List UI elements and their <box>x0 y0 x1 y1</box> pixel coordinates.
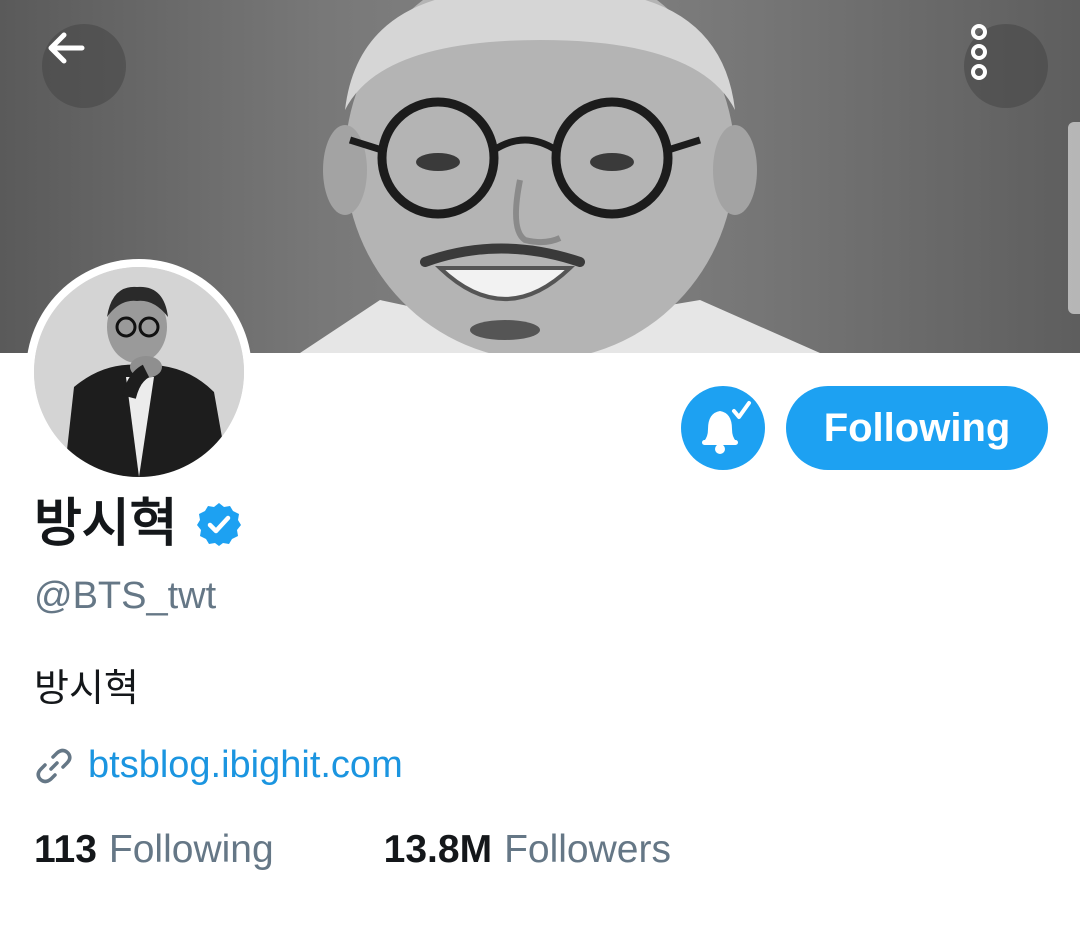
verified-badge-icon <box>196 503 241 546</box>
name-row: 방시혁 <box>34 492 242 556</box>
following-button[interactable]: Following <box>786 386 1048 470</box>
follow-stats: 113 Following 13.8M Followers <box>34 828 671 872</box>
more-vertical-icon <box>971 24 987 80</box>
followers-stat[interactable]: 13.8M Followers <box>384 828 671 872</box>
arrow-left-icon <box>48 32 85 64</box>
notifications-button[interactable] <box>681 386 765 470</box>
user-handle: @BTS_twt <box>34 575 217 617</box>
avatar-photo <box>34 267 244 477</box>
profile-link-row: btsblog.ibighit.com <box>34 744 403 787</box>
more-options-button[interactable] <box>964 24 1048 108</box>
followers-count: 13.8M <box>383 828 493 871</box>
display-name: 방시혁 <box>34 495 178 553</box>
link-icon <box>36 748 72 783</box>
bell-check-icon <box>702 401 751 454</box>
following-count: 113 <box>34 828 97 871</box>
profile-link[interactable]: btsblog.ibighit.com <box>88 744 403 787</box>
user-bio: 방시혁 <box>34 668 139 710</box>
followers-label: Followers <box>504 828 671 871</box>
avatar[interactable] <box>26 259 252 485</box>
following-stat[interactable]: 113 Following <box>34 828 274 872</box>
following-label: Following <box>108 828 274 871</box>
back-button[interactable] <box>42 24 126 108</box>
scrollbar-thumb[interactable] <box>1068 122 1080 314</box>
